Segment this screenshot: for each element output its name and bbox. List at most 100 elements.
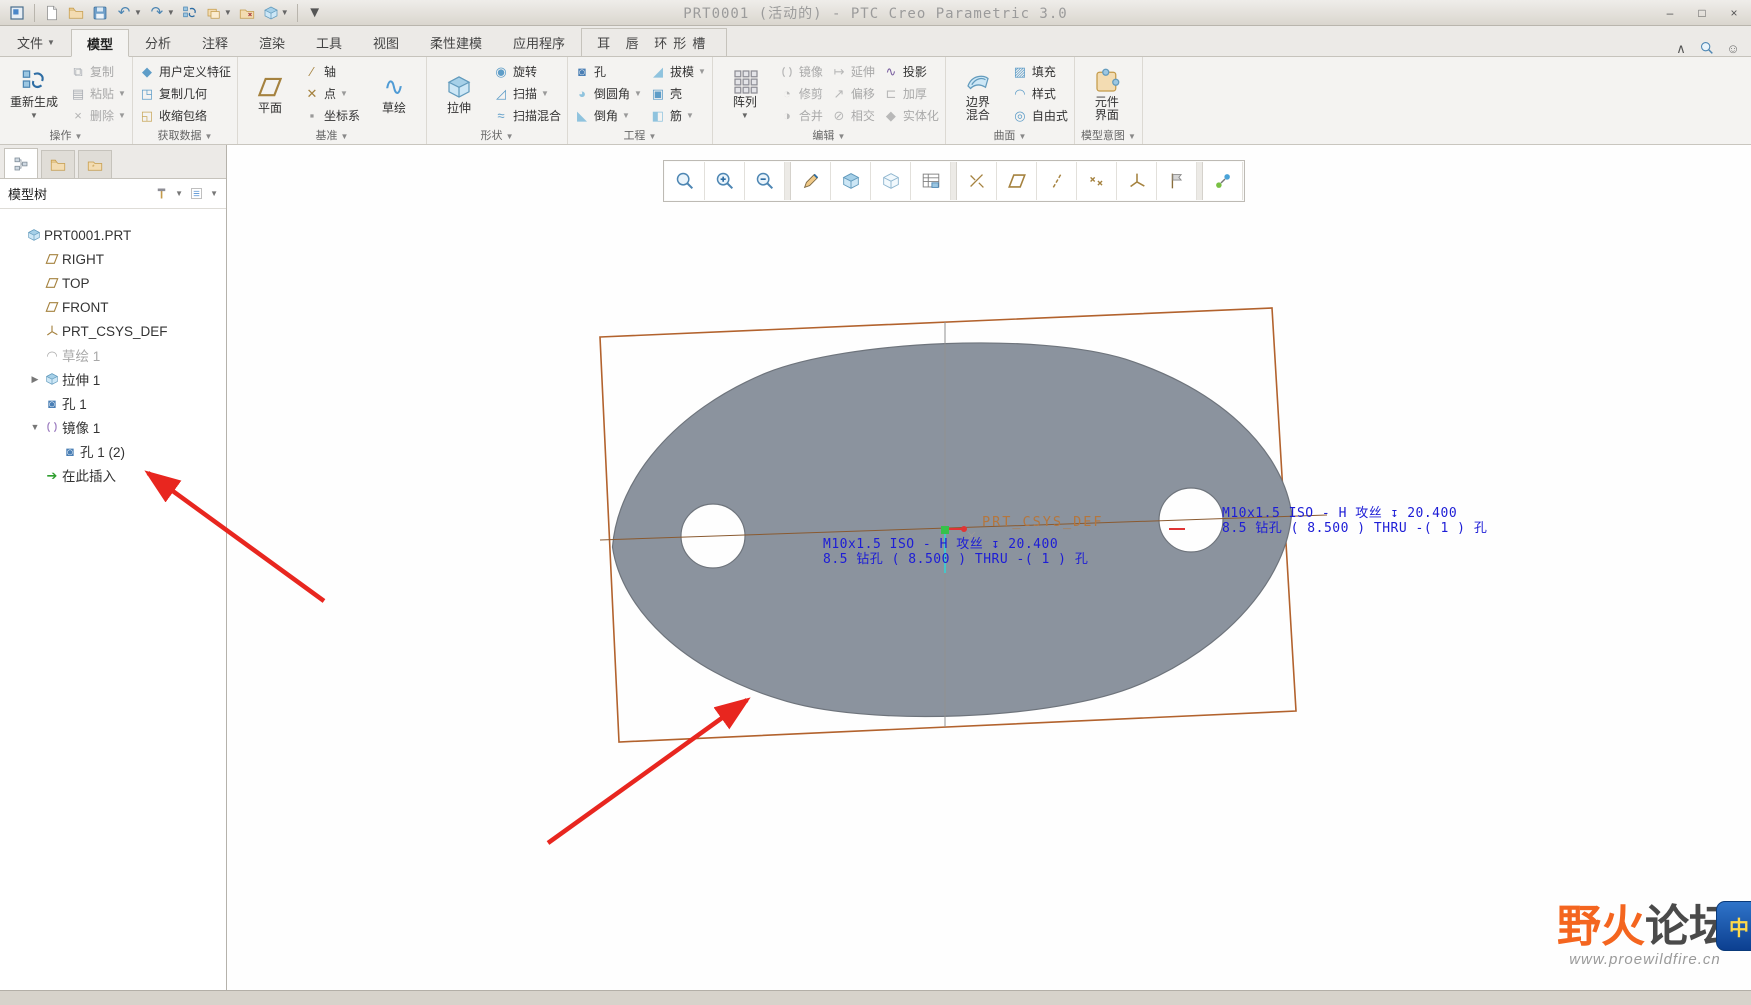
zoom-region-button[interactable]: [665, 162, 705, 200]
ime-language-badge[interactable]: 中: [1716, 901, 1751, 951]
tree-expander-icon[interactable]: ▶: [28, 374, 42, 385]
view-orient-button[interactable]: ▼: [260, 2, 291, 24]
freestyle-button[interactable]: ◎ 自由式: [1012, 106, 1068, 126]
hole-note-right-line1[interactable]: M10x1.5 ISO - H 攻丝 ↧ 20.400: [1222, 506, 1457, 521]
tab-tools[interactable]: 工具: [301, 28, 357, 56]
csys-label[interactable]: PRT_CSYS_DEF: [982, 514, 1104, 530]
ribbon-group-label[interactable]: 基准 ▼: [244, 127, 420, 144]
ribbon-group-label[interactable]: 模型意图 ▼: [1081, 127, 1136, 144]
hole-note-center-line1[interactable]: M10x1.5 ISO - H 攻丝 ↧ 20.400: [823, 537, 1058, 552]
tree-item-top-plane[interactable]: TOP: [0, 271, 226, 295]
tree-settings-icon[interactable]: [154, 186, 169, 201]
open-button[interactable]: [65, 2, 87, 24]
minimize-button[interactable]: –: [1659, 4, 1681, 22]
chevron-down-icon[interactable]: ▼: [175, 189, 183, 198]
rib-button[interactable]: ◧ 筋 ▼: [650, 106, 706, 126]
tree-item-insert-here[interactable]: ➔ 在此插入: [0, 463, 226, 487]
revolve-button[interactable]: ◉ 旋转: [493, 62, 561, 82]
tree-item-hole-1-2[interactable]: ◙ 孔 1 (2): [0, 439, 226, 463]
repaint-button[interactable]: [791, 162, 831, 200]
udf-button[interactable]: ◆ 用户定义特征: [139, 62, 231, 82]
csys-button[interactable]: ▪ 坐标系: [304, 106, 360, 126]
ribbon-group-label[interactable]: 操作 ▼: [6, 127, 126, 144]
spin-center-button[interactable]: [1203, 162, 1243, 200]
window-switch-button[interactable]: ▼: [203, 2, 234, 24]
close-window-button[interactable]: [236, 2, 258, 24]
tab-annotate[interactable]: 注释: [187, 28, 243, 56]
redo-button[interactable]: ↷ ▼: [146, 2, 177, 24]
pattern-button[interactable]: 阵列 ▼: [719, 65, 771, 123]
ribbon-group-label[interactable]: 编辑 ▼: [719, 127, 939, 144]
tab-model[interactable]: 模型: [70, 29, 129, 57]
tree-item-hole-1[interactable]: ◙ 孔 1: [0, 391, 226, 415]
csys-origin-marker[interactable]: [941, 526, 949, 534]
tab-applications[interactable]: 应用程序: [498, 28, 580, 56]
maximize-button[interactable]: □: [1691, 4, 1713, 22]
tree-item-extrude-1[interactable]: ▶ 拉伸 1: [0, 367, 226, 391]
nav-tab-model-tree[interactable]: [4, 148, 38, 178]
tree-item-mirror-1[interactable]: ▼ 镜像 1: [0, 415, 226, 439]
point-button[interactable]: ✕ 点 ▼: [304, 84, 360, 104]
feedback-button[interactable]: ☺: [1725, 40, 1741, 56]
copy-geometry-button[interactable]: ◳ 复制几何: [139, 84, 231, 104]
shrinkwrap-button[interactable]: ◱ 收缩包络: [139, 106, 231, 126]
display-style-button[interactable]: [831, 162, 871, 200]
tree-expander-icon[interactable]: ▼: [28, 422, 42, 432]
nav-tab-folder-browser[interactable]: [41, 150, 75, 178]
swept-blend-button[interactable]: ≈ 扫描混合: [493, 106, 561, 126]
ribbon-group-label[interactable]: 工程 ▼: [574, 127, 706, 144]
command-search-button[interactable]: [1699, 40, 1715, 56]
customize-button[interactable]: ▼: [304, 2, 326, 24]
new-file-button[interactable]: [41, 2, 63, 24]
chevron-down-icon[interactable]: ▼: [210, 189, 218, 198]
axis-button[interactable]: ∕ 轴: [304, 62, 360, 82]
tab-custom-group[interactable]: 耳 唇 环形槽: [581, 28, 728, 56]
hole-button[interactable]: ◙ 孔: [574, 62, 642, 82]
graphics-area[interactable]: PRT_CSYS_DEF M10x1.5 ISO - H 攻丝 ↧ 20.400…: [227, 145, 1751, 990]
round-button[interactable]: ◕ 倒圆角 ▼: [574, 84, 642, 104]
tab-render[interactable]: 渲染: [244, 28, 300, 56]
shell-button[interactable]: ▣ 壳: [650, 84, 706, 104]
tree-item-right-plane[interactable]: RIGHT: [0, 247, 226, 271]
style-button[interactable]: ◠ 样式: [1012, 84, 1068, 104]
chamfer-button[interactable]: ◣ 倒角 ▼: [574, 106, 642, 126]
regenerate-button[interactable]: 重新生成 ▼: [6, 65, 62, 123]
nav-tab-favorites[interactable]: *: [78, 150, 112, 178]
boundary-blend-button[interactable]: 边界 混合: [952, 65, 1004, 123]
plane-display-button[interactable]: [997, 162, 1037, 200]
tab-analysis[interactable]: 分析: [130, 28, 186, 56]
plane-button[interactable]: 平面: [244, 71, 296, 116]
save-button[interactable]: [89, 2, 111, 24]
tree-filters-icon[interactable]: [189, 186, 204, 201]
app-window-button[interactable]: [6, 2, 28, 24]
collapse-ribbon-button[interactable]: ∧: [1673, 40, 1689, 56]
tab-flexible-modeling[interactable]: 柔性建模: [415, 28, 497, 56]
datum-filter-button[interactable]: [957, 162, 997, 200]
ribbon-group-label[interactable]: 形状 ▼: [433, 127, 561, 144]
project-button[interactable]: ∿ 投影: [883, 62, 939, 82]
tree-item-sketch-1[interactable]: ◠ 草绘 1: [0, 343, 226, 367]
fill-button[interactable]: ▨ 填充: [1012, 62, 1068, 82]
tree-item-csys[interactable]: PRT_CSYS_DEF: [0, 319, 226, 343]
csys-display-button[interactable]: [1117, 162, 1157, 200]
view-manager-button[interactable]: [911, 162, 951, 200]
regenerate-small-button[interactable]: [179, 2, 201, 24]
hidden-line-button[interactable]: [871, 162, 911, 200]
undo-button[interactable]: ↶ ▼: [113, 2, 144, 24]
tree-item-front-plane[interactable]: FRONT: [0, 295, 226, 319]
ribbon-group-label[interactable]: 曲面 ▼: [952, 127, 1068, 144]
annotation-display-button[interactable]: [1157, 162, 1197, 200]
sweep-button[interactable]: ◿ 扫描 ▼: [493, 84, 561, 104]
ribbon-group-label[interactable]: 获取数据 ▼: [139, 127, 231, 144]
zoom-in-button[interactable]: [705, 162, 745, 200]
draft-button[interactable]: ◢ 拔模 ▼: [650, 62, 706, 82]
hole-note-center-line2[interactable]: 8.5 钻孔 ( 8.500 ) THRU -( 1 ) 孔: [823, 552, 1088, 567]
tree-item-part[interactable]: PRT0001.PRT: [0, 223, 226, 247]
close-button[interactable]: ×: [1723, 4, 1745, 22]
tab-view[interactable]: 视图: [358, 28, 414, 56]
hole-note-right-line2[interactable]: 8.5 钻孔 ( 8.500 ) THRU -( 1 ) 孔: [1222, 521, 1487, 536]
tab-file[interactable]: 文件 ▼: [2, 28, 70, 56]
component-interface-button[interactable]: 元件 界面: [1081, 65, 1133, 123]
zoom-out-button[interactable]: [745, 162, 785, 200]
extrude-button[interactable]: 拉伸: [433, 71, 485, 116]
